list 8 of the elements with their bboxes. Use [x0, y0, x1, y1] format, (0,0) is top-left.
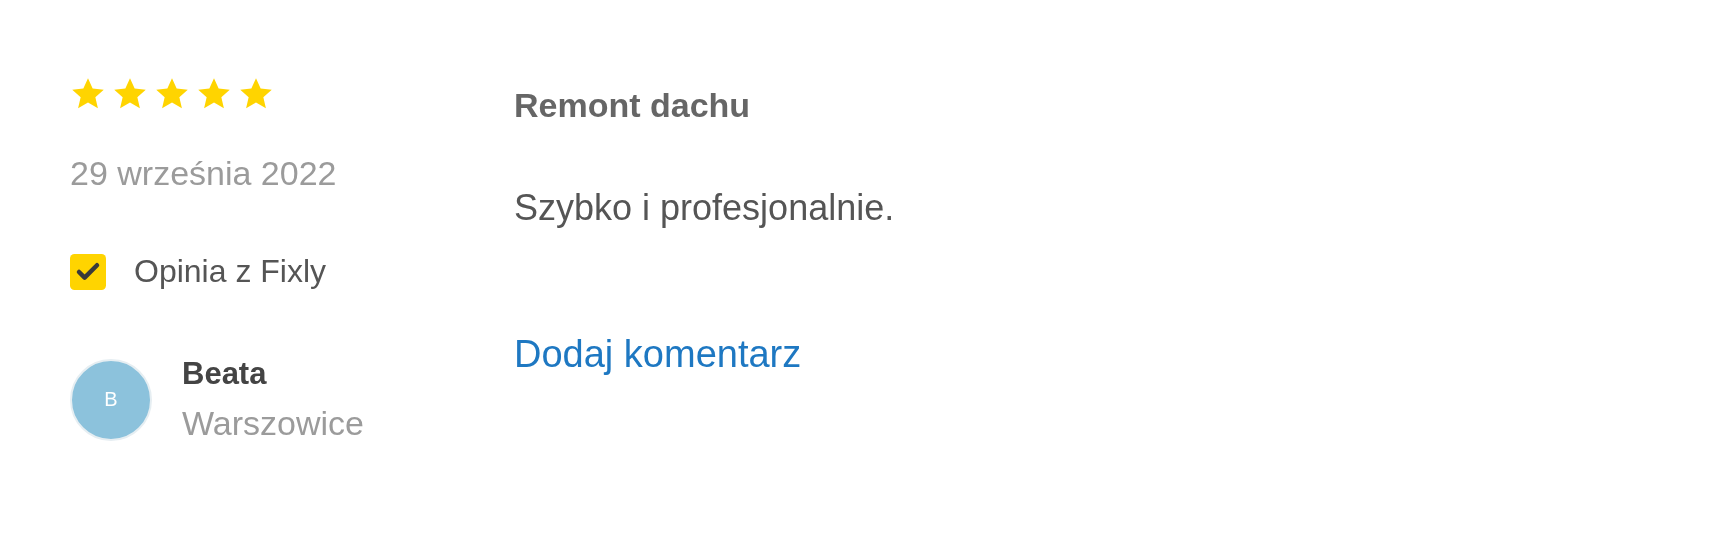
review-text: Szybko i profesjonalnie.	[514, 187, 895, 229]
review-title: Remont dachu	[514, 86, 751, 125]
add-comment-link[interactable]: Dodaj komentarz	[514, 333, 802, 376]
author-location: Warszowice	[182, 404, 364, 443]
avatar: B	[70, 358, 152, 441]
author-name: Beata	[182, 356, 268, 392]
source-label: Opinia z Fixly	[134, 253, 327, 290]
review-date: 29 września 2022	[70, 154, 338, 193]
